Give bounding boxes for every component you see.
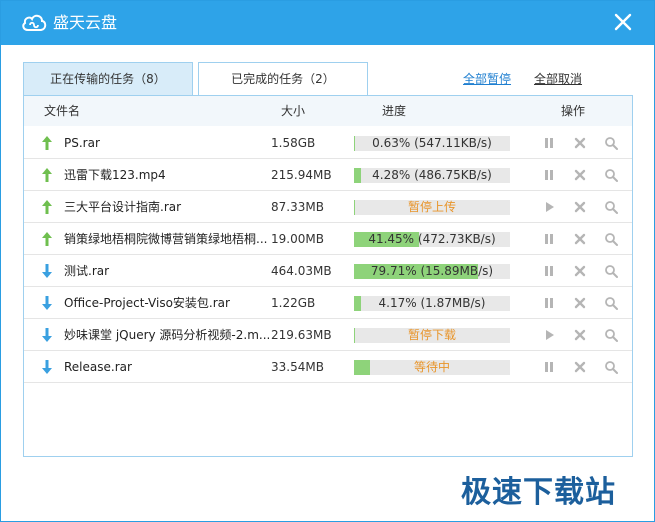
column-header-progress: 进度: [382, 104, 407, 118]
column-header-ops: 操作: [561, 104, 586, 118]
pause-icon[interactable]: [542, 296, 556, 310]
column-header-size: 大小: [281, 104, 306, 118]
resume-icon[interactable]: [542, 328, 556, 342]
transfer-row[interactable]: Office-Project-Viso安装包.rar 1.22GB 4.17% (1…: [24, 287, 632, 319]
download-arrow-icon: [42, 328, 52, 342]
search-icon[interactable]: [604, 328, 618, 342]
transfer-row[interactable]: PS.rar 1.58GB 0.63% (547.11KB/s): [24, 127, 632, 159]
watermark: 极速下载站: [461, 475, 616, 510]
file-size: 215.94MB: [271, 168, 332, 182]
pause-icon[interactable]: [542, 136, 556, 150]
progress-bar: 4.28% (486.75KB/s): [354, 168, 510, 183]
progress-bar: 暂停下载: [354, 328, 510, 343]
file-name: 销策绿地梧桐院微博营销策绿地梧桐...: [64, 232, 268, 246]
cancel-icon[interactable]: [573, 136, 587, 150]
transfer-row[interactable]: 迅雷下载123.mp4 215.94MB 4.28% (486.75KB/s): [24, 159, 632, 191]
cancel-icon[interactable]: [573, 264, 587, 278]
search-icon[interactable]: [604, 360, 618, 374]
tab-in-progress[interactable]: 正在传输的任务（8）: [23, 62, 193, 96]
list-header: 文件名 大小 进度 操作: [24, 96, 632, 126]
transfer-row[interactable]: 三大平台设计指南.rar 87.33MB 暂停上传: [24, 191, 632, 223]
close-icon[interactable]: [612, 11, 634, 33]
progress-bar: 79.71% (15.89MB/s): [354, 264, 510, 279]
search-icon[interactable]: [604, 232, 618, 246]
title-bar[interactable]: 盛天云盘: [1, 1, 654, 45]
file-name: 迅雷下载123.mp4: [64, 168, 166, 182]
download-arrow-icon: [42, 264, 52, 278]
cancel-icon[interactable]: [573, 328, 587, 342]
file-size: 19.00MB: [271, 232, 324, 246]
cancel-all-link[interactable]: 全部取消: [534, 70, 582, 87]
progress-text: 41.45% (472.73KB/s): [368, 232, 496, 246]
search-icon[interactable]: [604, 264, 618, 278]
transfer-list-panel: 文件名 大小 进度 操作 PS.rar 1.58GB 0.63% (547.11KB…: [23, 95, 633, 457]
progress-bar: 4.17% (1.87MB/s): [354, 296, 510, 311]
progress-text: 79.71% (15.89MB/s): [370, 264, 494, 278]
cancel-icon[interactable]: [573, 168, 587, 182]
search-icon[interactable]: [604, 136, 618, 150]
pause-icon[interactable]: [542, 168, 556, 182]
file-name: 妙味课堂 jQuery 源码分析视频-2.m...: [64, 328, 269, 342]
file-size: 33.54MB: [271, 360, 324, 374]
upload-arrow-icon: [42, 168, 52, 182]
file-name: PS.rar: [64, 136, 100, 150]
file-size: 219.63MB: [271, 328, 332, 342]
pause-icon[interactable]: [542, 360, 556, 374]
cancel-icon[interactable]: [573, 296, 587, 310]
download-arrow-icon: [42, 296, 52, 310]
progress-bar: 暂停上传: [354, 200, 510, 215]
progress-text: 4.28% (486.75KB/s): [372, 168, 492, 182]
transfer-row[interactable]: 销策绿地梧桐院微博营销策绿地梧桐... 19.00MB 41.45% (472.73…: [24, 223, 632, 255]
file-name: Release.rar: [64, 360, 132, 374]
upload-arrow-icon: [42, 232, 52, 246]
file-name: 测试.rar: [64, 264, 110, 278]
file-size: 464.03MB: [271, 264, 332, 278]
upload-arrow-icon: [42, 136, 52, 150]
file-size: 87.33MB: [271, 200, 324, 214]
cancel-icon[interactable]: [573, 200, 587, 214]
progress-bar: 等待中: [354, 360, 510, 375]
pause-all-link[interactable]: 全部暂停: [463, 70, 511, 87]
column-header-name: 文件名: [44, 104, 81, 118]
progress-bar: 41.45% (472.73KB/s): [354, 232, 510, 247]
file-size: 1.22GB: [271, 296, 316, 310]
transfer-status-text: 暂停下载: [407, 328, 456, 342]
cancel-icon[interactable]: [573, 232, 587, 246]
file-name: 三大平台设计指南.rar: [64, 200, 182, 214]
pause-icon[interactable]: [542, 232, 556, 246]
upload-arrow-icon: [42, 200, 52, 214]
cancel-icon[interactable]: [573, 360, 587, 374]
cloud-logo-icon: [22, 14, 47, 31]
progress-text: 0.63% (547.11KB/s): [372, 136, 492, 150]
tab-completed[interactable]: 已完成的任务（2）: [198, 62, 368, 96]
transfer-status-text: 暂停上传: [407, 200, 456, 214]
search-icon[interactable]: [604, 200, 618, 214]
app-window: 盛天云盘 正在传输的任务（8） 已完成的任务（2） 全部暂停 全部取消 文件名 …: [0, 0, 655, 522]
window-title: 盛天云盘: [53, 13, 118, 32]
progress-bar: 0.63% (547.11KB/s): [354, 136, 510, 151]
file-size: 1.58GB: [271, 136, 316, 150]
resume-icon[interactable]: [542, 200, 556, 214]
transfer-status-text: 等待中: [413, 360, 450, 374]
transfer-row[interactable]: 测试.rar 464.03MB 79.71% (15.89MB/s): [24, 255, 632, 287]
transfer-row[interactable]: Release.rar 33.54MB 等待中: [24, 351, 632, 383]
transfer-row[interactable]: 妙味课堂 jQuery 源码分析视频-2.m... 219.63MB 暂停下载: [24, 319, 632, 351]
download-arrow-icon: [42, 360, 52, 374]
progress-text: 4.17% (1.87MB/s): [378, 296, 486, 310]
search-icon[interactable]: [604, 168, 618, 182]
file-name: Office-Project-Viso安装包.rar: [64, 296, 230, 310]
pause-icon[interactable]: [542, 264, 556, 278]
search-icon[interactable]: [604, 296, 618, 310]
